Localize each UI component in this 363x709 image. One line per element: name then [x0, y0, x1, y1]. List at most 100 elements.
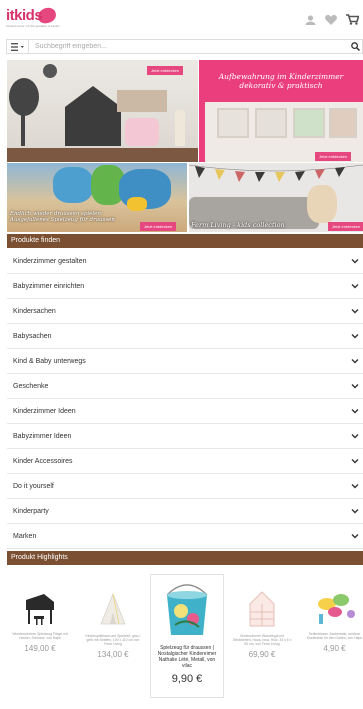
outdoor-caption: Endlich wieder draussen spielen: Ausgefa…	[10, 211, 115, 223]
chevron-down-icon[interactable]	[351, 333, 359, 339]
tree-decal-image	[9, 78, 39, 116]
logo[interactable]: itkids Kinderzimmer mit Stil gestalten &…	[6, 6, 68, 29]
ferm-living-caption: Ferm Living - kids collection	[191, 221, 285, 229]
girl-image	[307, 185, 337, 223]
chevron-down-icon[interactable]	[351, 358, 359, 364]
chevron-down-icon[interactable]	[351, 283, 359, 289]
category-item[interactable]: Kinderparty	[7, 499, 363, 524]
cart-icon[interactable]	[346, 14, 360, 27]
chevron-down-icon[interactable]	[351, 408, 359, 414]
product-carousel: Wunderschöner Spielzeug Flügel mit Hocke…	[0, 572, 363, 709]
product-title: Kinderspielhaus und Spielzelt, grau / ge…	[85, 634, 141, 646]
chevron-down-icon[interactable]	[351, 383, 359, 389]
product-title: Kinderzimmer Wandregal mit Steckbetten, …	[232, 634, 292, 646]
discover-button-top-left[interactable]: Jetzt entdecken	[147, 66, 184, 75]
logo-tagline: Kinderzimmer mit Stil gestalten & kaufen	[6, 24, 61, 28]
child-image	[53, 167, 93, 203]
chevron-down-icon[interactable]	[351, 258, 359, 264]
category-list: Kinderzimmer gestalten Babyzimmer einrich…	[7, 249, 363, 549]
storage-title-line1: Aufbewahrung im Kinderzimmer	[218, 72, 344, 81]
toy-piano-image	[26, 594, 54, 625]
product-price: 9,90 €	[171, 673, 203, 685]
category-item[interactable]: Kinderzimmer Ideen	[7, 399, 363, 424]
sun-decal-image	[43, 64, 57, 78]
storage-box-image	[293, 108, 325, 138]
banner-ferm-living[interactable]: Ferm Living - kids collection Jetzt entd…	[189, 163, 363, 232]
chevron-down-icon[interactable]	[351, 533, 359, 539]
search-bar	[6, 39, 363, 54]
product-price: 69,90 €	[248, 650, 276, 659]
category-label: Kinderparty	[13, 507, 49, 515]
storage-title-line2: dekorativ & praktisch	[239, 81, 323, 90]
product-highlights-title: Produkt Highlights	[7, 551, 363, 565]
tree-trunk-image	[21, 112, 25, 146]
rocket-image	[175, 110, 185, 146]
play-tent-image	[100, 592, 126, 625]
floor-image	[7, 148, 198, 162]
product-card[interactable]: Seifenblasen Zauberstab, schöner Kinders…	[306, 588, 363, 653]
bucket-image	[127, 197, 147, 211]
category-label: Geschenke	[13, 382, 49, 390]
category-item[interactable]: Marken	[7, 524, 363, 549]
storage-box-image	[329, 108, 357, 138]
banner-outdoor-toys[interactable]: Endlich wieder draussen spielen: Ausgefa…	[7, 163, 187, 232]
product-card[interactable]: Kinderspielhaus und Spielzelt, grau / ge…	[83, 590, 143, 659]
category-label: Kind & Baby unterwegs	[13, 357, 86, 365]
category-label: Marken	[13, 532, 37, 540]
wall-shelf-house-image	[249, 591, 275, 627]
product-price: 134,00 €	[97, 650, 129, 659]
banner-storage[interactable]: Aufbewahrung im Kinderzimmer dekorativ &…	[199, 60, 363, 162]
outdoor-caption-line2: Ausgefallenes Spielzeug für draussen	[10, 217, 115, 223]
discover-button-outdoor[interactable]: Jetzt entdecken	[140, 222, 177, 231]
menu-button[interactable]	[7, 40, 29, 53]
category-item[interactable]: Babyzimmer Ideen	[7, 424, 363, 449]
category-item[interactable]: Babyzimmer einrichten	[7, 274, 363, 299]
top-banners: Jetzt entdecken Aufbewahrung im Kinderzi…	[7, 60, 363, 162]
heart-icon[interactable]	[325, 14, 337, 27]
header-icons	[305, 14, 360, 27]
search-input[interactable]	[29, 40, 348, 53]
shelf-image	[117, 90, 167, 112]
search-icon[interactable]	[348, 40, 362, 53]
product-price: 4,90 €	[323, 644, 346, 653]
chevron-down-icon[interactable]	[351, 458, 359, 464]
category-label: Babyzimmer Ideen	[13, 432, 72, 440]
chevron-down-icon[interactable]	[351, 433, 359, 439]
category-label: Babyzimmer einrichten	[13, 282, 85, 290]
discover-button-ferm-living[interactable]: Jetzt entdecken	[328, 222, 363, 231]
product-price: 149,00 €	[24, 644, 56, 653]
product-title: Wunderschöner Spielzeug Flügel mit Hocke…	[12, 632, 68, 640]
category-label: Kindersachen	[13, 307, 56, 315]
banner-kids-room[interactable]: Jetzt entdecken	[7, 60, 198, 162]
category-item[interactable]: Do it yourself	[7, 474, 363, 499]
storage-banner-title: Aufbewahrung im Kinderzimmer dekorativ &…	[199, 72, 363, 90]
category-label: Kinderzimmer Ideen	[13, 407, 76, 415]
mid-banners: Endlich wieder draussen spielen: Ausgefa…	[7, 163, 363, 232]
product-finder-title: Produkte finden	[7, 234, 363, 248]
category-item[interactable]: Kinderzimmer gestalten	[7, 249, 363, 274]
category-item[interactable]: Kind & Baby unterwegs	[7, 349, 363, 374]
category-item[interactable]: Kindersachen	[7, 299, 363, 324]
product-title: Spielzeug für draussen | Nostalgischer K…	[157, 645, 217, 669]
chevron-down-icon[interactable]	[351, 308, 359, 314]
chevron-down-icon[interactable]	[351, 483, 359, 489]
user-icon[interactable]	[305, 14, 316, 27]
storage-box-image	[217, 108, 249, 138]
category-item[interactable]: Kinder Accessoires	[7, 449, 363, 474]
product-card[interactable]: Kinderzimmer Wandregal mit Steckbetten, …	[232, 588, 292, 659]
storage-box-image	[255, 108, 287, 138]
logo-text: itkids	[6, 7, 43, 24]
chevron-down-icon[interactable]	[351, 508, 359, 514]
bucket-image	[166, 584, 208, 635]
category-item[interactable]: Babysachen	[7, 324, 363, 349]
category-item[interactable]: Geschenke	[7, 374, 363, 399]
product-title: Seifenblasen Zauberstab, schöner Kinders…	[306, 632, 363, 640]
elephant-box-image	[125, 118, 159, 146]
product-card-featured[interactable]: Spielzeug für draussen | Nostalgischer K…	[150, 574, 224, 698]
category-label: Babysachen	[13, 332, 52, 340]
category-label: Do it yourself	[13, 482, 54, 490]
product-card[interactable]: Wunderschöner Spielzeug Flügel mit Hocke…	[10, 588, 70, 653]
category-label: Kinderzimmer gestalten	[13, 257, 87, 265]
discover-button-top-right[interactable]: Jetzt entdecken	[315, 152, 352, 161]
hamburger-icon	[10, 42, 24, 51]
